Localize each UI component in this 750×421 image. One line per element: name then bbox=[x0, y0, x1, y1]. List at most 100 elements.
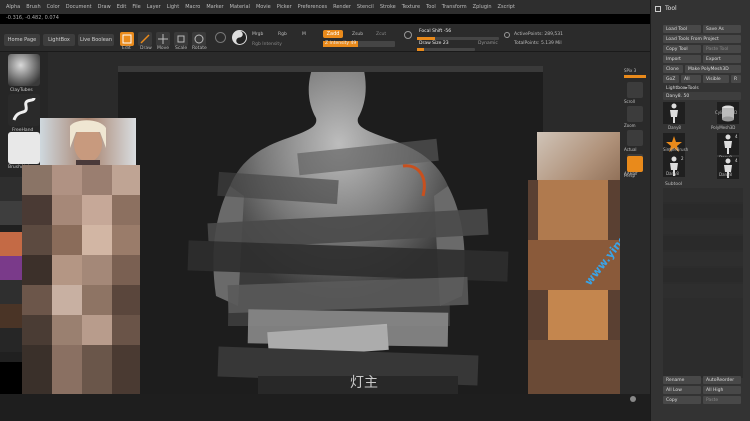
menu-item-alpha[interactable]: Alpha bbox=[6, 4, 20, 10]
edit-icon bbox=[122, 34, 132, 44]
menu-item-macro[interactable]: Macro bbox=[185, 4, 200, 10]
stroke-thumbnail[interactable] bbox=[8, 94, 40, 126]
brush-thumbnail[interactable] bbox=[8, 54, 40, 86]
home-page-button[interactable]: Home Page bbox=[4, 34, 40, 46]
load-tool-button[interactable]: Load Tool bbox=[663, 25, 701, 33]
move-mode-button[interactable] bbox=[156, 32, 170, 46]
swatch[interactable] bbox=[0, 256, 22, 280]
menu-item-stroke[interactable]: Stroke bbox=[380, 4, 396, 10]
swatch[interactable] bbox=[0, 177, 22, 201]
subtool-header[interactable]: Subtool bbox=[665, 182, 682, 187]
zadd-button[interactable]: Zadd bbox=[323, 30, 343, 38]
list-item[interactable] bbox=[663, 284, 743, 298]
reference-image-figure bbox=[537, 132, 621, 184]
rotate-mode-button[interactable] bbox=[192, 32, 206, 46]
rename-button[interactable]: Rename bbox=[663, 376, 701, 384]
swatch[interactable] bbox=[0, 304, 22, 328]
save-as-button[interactable]: Save As bbox=[703, 25, 741, 33]
draw-size-slider[interactable]: Draw Size 23 bbox=[417, 41, 475, 47]
r-button[interactable]: R bbox=[731, 75, 741, 83]
draw-size-track[interactable] bbox=[417, 48, 475, 51]
tool-label: Cylinder3D bbox=[715, 110, 738, 115]
menu-item-render[interactable]: Render bbox=[333, 4, 351, 10]
draw-mode-button[interactable] bbox=[138, 32, 152, 46]
z-intensity-slider[interactable]: Z Intensity 49 bbox=[323, 41, 395, 47]
swatch[interactable] bbox=[0, 328, 22, 352]
lightbox-tools-button[interactable]: Lightbox▸Tools bbox=[663, 84, 741, 92]
menu-item-tool[interactable]: Tool bbox=[426, 4, 436, 10]
swatch[interactable] bbox=[0, 280, 22, 304]
menu-item-light[interactable]: Light bbox=[167, 4, 179, 10]
all-high-button[interactable]: All High bbox=[703, 386, 741, 394]
copy-tool-button[interactable]: Copy Tool bbox=[663, 45, 701, 53]
menu-item-file[interactable]: File bbox=[132, 4, 140, 10]
dot-icon[interactable] bbox=[630, 396, 636, 402]
focal-shift-slider[interactable]: Focal Shift -56 bbox=[417, 29, 499, 35]
m-toggle[interactable]: M bbox=[302, 32, 306, 37]
menu-item-material[interactable]: Material bbox=[230, 4, 250, 10]
scale-mode-button[interactable] bbox=[174, 32, 188, 46]
all-low-button[interactable]: All Low bbox=[663, 386, 701, 394]
zcut-button[interactable]: Zcut bbox=[376, 32, 386, 37]
zoom-button[interactable] bbox=[627, 106, 643, 122]
persp-button[interactable] bbox=[627, 156, 643, 172]
list-item[interactable] bbox=[663, 236, 743, 250]
menu-item-edit[interactable]: Edit bbox=[117, 4, 127, 10]
list-item[interactable] bbox=[663, 268, 743, 282]
export-button[interactable]: Export bbox=[703, 55, 741, 63]
menu-item-picker[interactable]: Picker bbox=[277, 4, 292, 10]
menu-item-preferences[interactable]: Preferences bbox=[298, 4, 327, 10]
swatch[interactable] bbox=[0, 201, 22, 225]
material-sphere-icon[interactable] bbox=[215, 32, 226, 43]
draw-icon bbox=[140, 34, 150, 44]
lightbox-button[interactable]: LightBox bbox=[43, 34, 75, 46]
menu-item-color[interactable]: Color bbox=[47, 4, 60, 10]
list-item[interactable] bbox=[663, 204, 743, 218]
mrgb-toggle[interactable]: Mrgb bbox=[252, 32, 263, 37]
menu-item-document[interactable]: Document bbox=[66, 4, 92, 10]
menu-item-stencil[interactable]: Stencil bbox=[357, 4, 374, 10]
alpha-thumbnail[interactable] bbox=[8, 132, 40, 164]
copy-button[interactable]: Copy bbox=[663, 396, 701, 404]
list-item[interactable] bbox=[663, 220, 743, 234]
goz-button[interactable]: GoZ bbox=[663, 75, 679, 83]
menu-item-zscript[interactable]: Zscript bbox=[498, 4, 515, 10]
all-button[interactable]: All bbox=[681, 75, 701, 83]
list-item[interactable] bbox=[663, 252, 743, 266]
sculpt-canvas[interactable] bbox=[118, 66, 543, 401]
current-tool-slider[interactable]: Dany8. 50 bbox=[663, 92, 741, 100]
color-picker-icon[interactable] bbox=[232, 30, 247, 45]
tool-label: Dany8 bbox=[719, 172, 732, 177]
actual-button[interactable] bbox=[627, 130, 643, 146]
spix-slider[interactable] bbox=[624, 75, 646, 78]
swatch[interactable] bbox=[0, 232, 22, 256]
paste-tool-button[interactable]: Paste Tool bbox=[703, 45, 741, 53]
menu-item-zplugin[interactable]: Zplugin bbox=[473, 4, 492, 10]
zsub-button[interactable]: Zsub bbox=[352, 32, 363, 37]
clone-button[interactable]: Clone bbox=[663, 65, 683, 73]
tool-thumbnail-dany8[interactable] bbox=[663, 102, 685, 124]
menu-item-layer[interactable]: Layer bbox=[147, 4, 161, 10]
menu-item-movie[interactable]: Movie bbox=[256, 4, 271, 10]
scroll-button[interactable] bbox=[627, 82, 643, 98]
menu-item-transform[interactable]: Transform bbox=[442, 4, 467, 10]
import-button[interactable]: Import bbox=[663, 55, 701, 63]
menu-item-draw[interactable]: Draw bbox=[98, 4, 111, 10]
paste-button[interactable]: Paste bbox=[703, 396, 741, 404]
autoreorder-button[interactable]: AutoReorder bbox=[703, 376, 741, 384]
subtool-list[interactable] bbox=[663, 188, 743, 378]
list-item[interactable] bbox=[663, 188, 743, 202]
menu-item-brush[interactable]: Brush bbox=[26, 4, 40, 10]
menu-item-texture[interactable]: Texture bbox=[402, 4, 420, 10]
visible-button[interactable]: Visible bbox=[703, 75, 729, 83]
live-boolean-button[interactable]: Live Boolean bbox=[78, 34, 114, 46]
actual-label: Actual bbox=[624, 147, 637, 152]
dynamic-toggle[interactable]: Dynamic bbox=[478, 41, 498, 46]
menu-item-marker[interactable]: Marker bbox=[206, 4, 223, 10]
pin-icon[interactable] bbox=[655, 6, 661, 12]
edit-mode-button[interactable] bbox=[120, 32, 134, 46]
load-from-project-button[interactable]: Load Tools From Project bbox=[663, 35, 741, 43]
rgb-intensity-label[interactable]: Rgb Intensity bbox=[252, 42, 282, 47]
rgb-toggle[interactable]: Rgb bbox=[278, 32, 287, 37]
make-polymesh-button[interactable]: Make PolyMesh3D bbox=[685, 65, 741, 73]
